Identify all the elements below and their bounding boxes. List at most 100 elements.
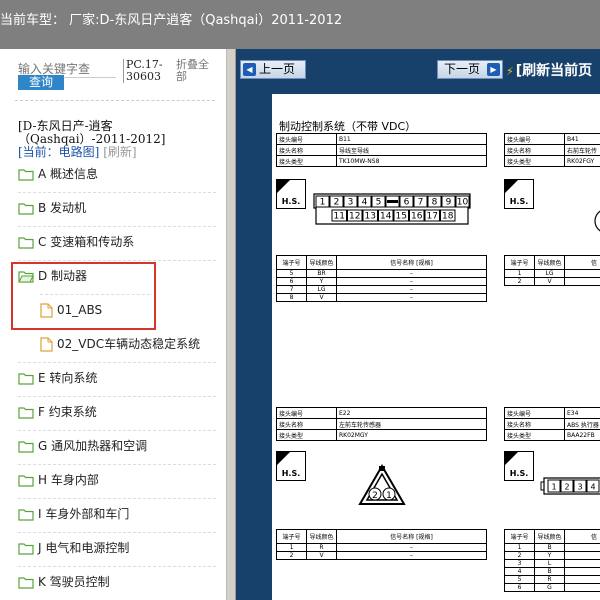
next-page-button[interactable]: ▶ 下一页 [437,60,503,79]
table-row: 6G [504,583,600,592]
tree-item-label: 02_VDC车辆动态稳定系统 [57,337,201,351]
prev-page-button[interactable]: ◀ 上一页 [240,60,306,79]
tree-item-e[interactable]: E 转向系统 [18,368,224,388]
pin-label: 6 [404,198,410,208]
pin-table-header: 端子号 [276,255,307,270]
hs-label: H.S. [282,197,301,206]
wiring-diagram-page: 制动控制系统（不带 VDC） 接头编号 B11 接头名称 导线至导线 接头类型 TK1… [272,94,600,600]
harness-side-icon: H.S. [504,179,534,209]
pin-label: 8 [432,198,438,208]
next-page-label: 下一页 [444,62,481,76]
table-cell [564,277,600,286]
pin-label: 1 [551,483,556,492]
cell: B41 [564,133,600,145]
cell: 导线至导线 [336,144,487,156]
folder-icon [18,237,34,249]
tree-item-f[interactable]: F 约束系统 [18,402,224,422]
cell: 接头编号 [504,407,565,419]
folder-icon [18,373,34,385]
pin-label: 16 [411,212,423,222]
tree-item-k[interactable]: K 驾驶员控制 [18,572,224,592]
table-cell: 8 [276,293,307,302]
refresh-page-link[interactable]: ⚡ [刷新当前页 [506,60,592,80]
tree-item-c[interactable]: C 变速箱和传动系 [18,232,224,252]
folder-icon [18,169,34,181]
header-bar: 当前车型： 厂家:D-东风日产逍客（Qashqai）2011-2012 [0,0,600,49]
table-row: 8 V – [276,293,487,302]
pin-row-bottom: 11 12 13 14 15 16 17 18 [331,209,456,222]
table-cell: – [336,551,487,560]
table-cell: R [306,543,337,552]
current-section: [当前：电路图] [18,145,100,159]
hs-label: H.S. [510,469,529,478]
document-viewer: ◀ 上一页 ▶ 下一页 ⚡ [刷新当前页 制动控制系统（不带 VDC） 接头编号 B11… [236,49,600,600]
table-cell: – [336,269,487,278]
divider [18,226,216,227]
table-cell: R [534,575,565,584]
search-button[interactable]: 查询 [18,75,64,90]
pin-label: 7 [418,198,424,208]
pin-label: 13 [365,212,376,222]
cell: 接头名称 [276,144,337,156]
pin-row: 1234 [547,479,600,493]
divider [15,100,215,101]
table-row: 5R [504,575,600,584]
divider [18,430,216,431]
pin-table-e34: 端子号 导线颜色信 1 B 2 Y 3 L 4 B 5 R 6 G [504,529,600,592]
folder-icon [18,475,34,487]
tree-item-label: I 车身外部和车门 [38,507,130,521]
refresh-link[interactable]: [刷新] [103,145,136,159]
pin-table-header: 导线颜色 [534,255,565,270]
sidebar: 查询 PC.17-30603 折叠全部 [D-东风日产-逍客（Qashqai）-… [0,49,226,600]
table-cell: V [306,551,337,560]
connector-info-b11: 接头编号 B11 接头名称 导线至导线 接头类型 TK10MW-NS8 [276,133,487,167]
table-cell [564,567,600,576]
connector-info-e34: 接头编号 E34 接头名称 ABS 执行器 接头类型 BAA22FB [504,407,600,441]
pin-label: 11 [334,212,345,222]
connector-b11-face: 1 2 3 4 5 6 7 8 9 10 11 12 13 14 15 16 17 18 [313,193,471,225]
hs-label: H.S. [282,469,301,478]
tree-item-label: F 约束系统 [38,405,97,419]
tree-item-j[interactable]: J 电气和电源控制 [18,538,224,558]
arrow-left-icon: ◀ [243,63,256,76]
pin-label: 1 [320,198,326,208]
tree-item-i[interactable]: I 车身外部和车门 [18,504,224,524]
collapse-all-button[interactable]: 折叠全部 [176,59,216,83]
cell: 接头类型 [276,429,337,441]
divider [18,192,216,193]
divider [40,294,150,295]
table-cell: – [336,277,487,286]
table-cell: V [306,293,337,302]
pin-table-header: 导线颜色 [306,255,337,270]
connector-e22-face: 2 1 [358,464,406,505]
tree-item-h[interactable]: H 车身内部 [18,470,224,490]
table-cell: – [336,293,487,302]
pin-label: 1 [386,491,392,501]
pin-label: 14 [380,212,392,222]
tree-item-vdc[interactable]: 02_VDC车辆动态稳定系统 [40,334,226,354]
pin-label: 9 [446,198,452,208]
pin-row-top: 1 2 3 4 5 6 7 8 9 10 [315,195,470,208]
prev-page-label: 上一页 [259,62,296,76]
tree-item-g[interactable]: G 通风加热器和空调 [18,436,224,456]
table-cell: 2 [276,551,307,560]
table-cell: 2 [504,277,535,286]
folder-open-icon [18,271,34,283]
panel-splitter[interactable] [226,49,236,600]
table-cell: 5 [276,269,307,278]
tree-item-b[interactable]: B 发动机 [18,198,224,218]
tree-item-abs[interactable]: 01_ABS [40,300,226,320]
cell: ABS 执行器 [564,418,600,430]
cell: 接头类型 [504,429,565,441]
pin-table-header: 导线颜色 [306,529,337,544]
hs-label: H.S. [510,197,529,206]
pin-label: 3 [348,198,354,208]
pin-table-header: 信号名称 [规格] [336,255,487,270]
tree-item-label: C 变速箱和传动系 [38,235,135,249]
pin-label: 15 [396,212,407,222]
pin-label: 2 [564,483,569,492]
cell: 左前车轮传感器 [336,418,487,430]
tree-item-a[interactable]: A 概述信息 [18,164,224,184]
table-cell: 1 [504,543,535,552]
tree-item-d[interactable]: D 制动器 [18,266,224,286]
